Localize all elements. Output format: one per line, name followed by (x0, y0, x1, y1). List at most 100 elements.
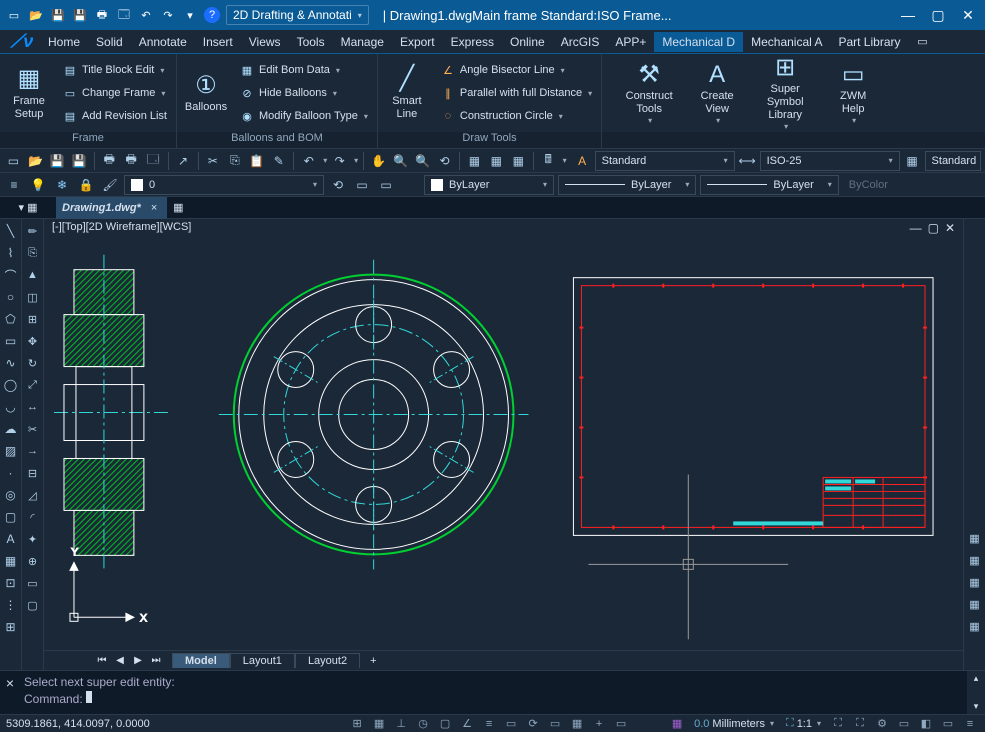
super-symbol-button[interactable]: ⊞Super Symbol Library▾ (750, 57, 820, 129)
explode-icon[interactable]: ✦ (24, 530, 42, 548)
qat-saveall-icon[interactable]: 💾 (72, 7, 88, 23)
close-button[interactable]: ✕ (957, 6, 979, 24)
palette-d-icon[interactable]: ▦ (966, 595, 984, 613)
model-icon[interactable]: ▦ (668, 716, 686, 732)
layer-lock-icon[interactable]: 🔒 (76, 175, 96, 195)
break-icon[interactable]: ⊟ (24, 464, 42, 482)
command-close-icon[interactable]: × (0, 671, 20, 714)
layer-dropdown[interactable]: 0▾ (124, 175, 324, 195)
zoom-rt-icon[interactable]: 🔍 (391, 151, 410, 171)
menu-item-home[interactable]: Home (40, 32, 88, 52)
publish-icon[interactable]: ↗ (174, 151, 193, 171)
add-layout-button[interactable]: + (360, 654, 386, 668)
qat-caret-icon[interactable]: ▾ (182, 7, 198, 23)
text-style-dropdown[interactable]: Standard▾ (595, 151, 735, 171)
spline-icon[interactable]: ∿ (2, 354, 20, 372)
text-style-icon[interactable]: A (573, 151, 592, 171)
iso-icon[interactable]: ▭ (612, 716, 630, 732)
cut-icon[interactable]: ✂ (203, 151, 222, 171)
preview-icon[interactable]: 🗔 (144, 151, 163, 171)
hatch-icon[interactable]: ▨ (2, 442, 20, 460)
designcenter-icon[interactable]: ▦ (487, 151, 506, 171)
layer-states-icon[interactable]: ▭ (352, 175, 372, 195)
table-style-icon[interactable]: ▦ (903, 151, 922, 171)
color-dropdown[interactable]: ByLayer▾ (424, 175, 554, 195)
match-icon[interactable]: ✎ (269, 151, 288, 171)
menu-item-mechanical-d[interactable]: Mechanical D (654, 32, 743, 52)
line-icon[interactable]: ╲ (2, 222, 20, 240)
smart-line-button[interactable]: ╱ Smart Line (382, 57, 432, 129)
vp-minimize-icon[interactable]: — (910, 221, 922, 235)
fillet-icon[interactable]: ◜ (24, 508, 42, 526)
join-icon[interactable]: ⊕ (24, 552, 42, 570)
layer-iso-icon[interactable]: ▭ (376, 175, 396, 195)
maximize-button[interactable]: ▢ (927, 6, 949, 24)
coordinates-display[interactable]: 5309.1861, 414.0097, 0.0000 (6, 718, 186, 730)
edit-icon[interactable]: ▢ (24, 596, 42, 614)
menu-overflow-icon[interactable]: ▭ (913, 32, 933, 52)
pan-icon[interactable]: ✋ (369, 151, 388, 171)
qat-print-icon[interactable]: 🖶 (94, 7, 110, 23)
menu-item-online[interactable]: Online (502, 32, 553, 52)
minimize-button[interactable]: — (897, 6, 919, 24)
anno-scale-icon[interactable]: ⛶ (829, 716, 847, 732)
hw-icon[interactable]: ▭ (895, 716, 913, 732)
app-logo-icon[interactable]: ⟋ν (4, 30, 40, 54)
sc-icon[interactable]: + (590, 716, 608, 732)
erase-icon[interactable]: ✏ (24, 222, 42, 240)
otrack-icon[interactable]: ∠ (458, 716, 476, 732)
edit-bom-button[interactable]: ▦Edit Bom Data▾ (234, 59, 373, 81)
lwt-icon[interactable]: ≡ (480, 716, 498, 732)
region-icon[interactable]: ▢ (2, 508, 20, 526)
menu-item-manage[interactable]: Manage (333, 32, 392, 52)
align-icon[interactable]: ▭ (24, 574, 42, 592)
frame-setup-button[interactable]: ▦ Frame Setup (4, 57, 54, 129)
zwm-help-button[interactable]: ▭ZWM Help▾ (828, 57, 878, 129)
new-icon[interactable]: ▭ (4, 151, 23, 171)
layout-tab-model[interactable]: Model (172, 653, 230, 668)
grid-display-icon[interactable]: ▦ (370, 716, 388, 732)
create-view-button[interactable]: ACreate View▾ (692, 57, 742, 129)
new-tab-button[interactable]: ▦ (167, 197, 189, 219)
redo-icon[interactable]: ↷ (330, 151, 349, 171)
menu-item-arcgis[interactable]: ArcGIS (553, 32, 608, 52)
properties-icon[interactable]: ▦ (465, 151, 484, 171)
zoom-prev-icon[interactable]: ⟲ (435, 151, 454, 171)
wipeout-icon[interactable]: ⊡ (2, 574, 20, 592)
grid-icon[interactable]: ⊞ (2, 618, 20, 636)
snap-grid-icon[interactable]: ⊞ (348, 716, 366, 732)
polyline-icon[interactable]: ⌇ (2, 244, 20, 262)
layer-color-icon[interactable]: 🖌 (100, 175, 120, 195)
lineweight-dropdown[interactable]: ByLayer▾ (700, 175, 838, 195)
menu-item-app-[interactable]: APP+ (607, 32, 654, 52)
anno-vis-icon[interactable]: ⛶ (851, 716, 869, 732)
copy-icon[interactable]: ⎘ (225, 151, 244, 171)
calc-icon[interactable]: 🖩 (539, 151, 558, 171)
plot-icon[interactable]: 🖶 (122, 151, 141, 171)
menu-item-views[interactable]: Views (241, 32, 289, 52)
linetype-dropdown[interactable]: ByLayer▾ (558, 175, 696, 195)
menu-item-annotate[interactable]: Annotate (131, 32, 195, 52)
ellipse-icon[interactable]: ◯ (2, 376, 20, 394)
workspace-dropdown[interactable]: 2D Drafting & Annotati ▾ (226, 5, 369, 25)
rectangle-icon[interactable]: ▭ (2, 332, 20, 350)
drawing-canvas[interactable]: X Y (44, 219, 963, 650)
layer-freeze-icon[interactable]: ❄ (52, 175, 72, 195)
hide-balloons-button[interactable]: ⊘Hide Balloons▾ (234, 82, 373, 104)
palette-c-icon[interactable]: ▦ (966, 573, 984, 591)
tab-first-icon[interactable]: ⏮ (94, 655, 110, 666)
qp-icon[interactable]: ▦ (568, 716, 586, 732)
angle-bisector-button[interactable]: ∠Angle Bisector Line▾ (435, 59, 597, 81)
command-text[interactable]: Select next super edit entity: Command: (20, 671, 967, 714)
point-icon[interactable]: · (2, 464, 20, 482)
toolpalette-icon[interactable]: ▦ (509, 151, 528, 171)
undo-icon[interactable]: ↶ (299, 151, 318, 171)
help-icon[interactable]: ? (204, 7, 220, 23)
print-icon[interactable]: 🖶 (100, 151, 119, 171)
layer-manager-icon[interactable]: ≡ (4, 175, 24, 195)
palette-b-icon[interactable]: ▦ (966, 551, 984, 569)
document-tab[interactable]: Drawing1.dwg* × (56, 197, 167, 219)
layout-tab-layout2[interactable]: Layout2 (295, 653, 360, 668)
vp-maximize-icon[interactable]: ▢ (928, 221, 939, 235)
tab-last-icon[interactable]: ⏭ (148, 655, 164, 666)
